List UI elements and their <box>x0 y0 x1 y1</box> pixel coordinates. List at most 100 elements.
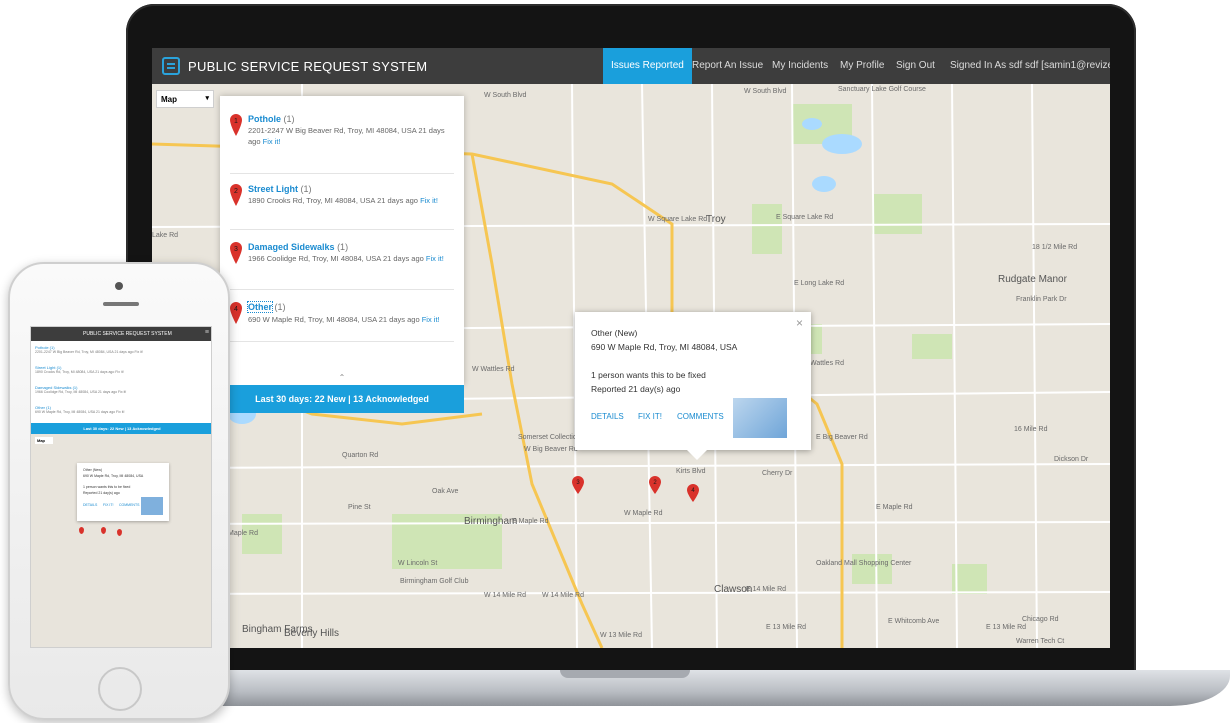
issue-name-link[interactable]: Street Light (1) <box>248 184 312 194</box>
home-button <box>98 667 142 711</box>
top-navbar: PUBLIC SERVICE REQUEST SYSTEM Issues Rep… <box>152 48 1110 84</box>
issue-address-text: 690 W Maple Rd, Troy, MI 48084, USA 21 d… <box>248 315 420 324</box>
issue-count: (1) <box>274 302 286 312</box>
phone-issue-item[interactable]: Damaged Sidewalks (1) 1966 Coolidge Rd, … <box>35 385 209 394</box>
collapse-chevron-up-icon[interactable]: ⌃ <box>220 373 464 385</box>
map-marker-3[interactable]: 3 <box>572 476 584 494</box>
map-marker-2[interactable]: 2 <box>649 476 661 494</box>
issue-info-popup: × Other (New) 690 W Maple Rd, Troy, MI 4… <box>575 312 811 460</box>
phone-app-title: PUBLIC SERVICE REQUEST SYSTEM <box>83 331 172 337</box>
map-label: W South Blvd <box>484 92 527 99</box>
phone-fix-it-button[interactable]: FIX IT! <box>103 503 114 507</box>
map-label: W Lincoln St <box>398 560 438 567</box>
map-label: Rudgate Manor <box>998 274 1067 285</box>
nav-sign-out[interactable]: Sign Out <box>888 48 943 84</box>
laptop-screen: PUBLIC SERVICE REQUEST SYSTEM Issues Rep… <box>152 48 1110 648</box>
phone-map-type-select[interactable]: Map <box>35 437 53 444</box>
phone-details-button[interactable]: DETAILS <box>83 503 97 507</box>
phone-issue-item[interactable]: Other (1) 690 W Maple Rd, Troy, MI 48084… <box>35 405 209 414</box>
nav-issues-reported[interactable]: Issues Reported <box>603 48 692 84</box>
issue-name[interactable]: Damaged Sidewalks <box>248 242 335 252</box>
map-label: Birmingham Golf Club <box>400 578 469 585</box>
issue-item-pothole[interactable]: 1 Pothole (1) 2201-2247 W Big Beaver Rd,… <box>230 114 454 174</box>
chat-logo-icon <box>162 57 180 75</box>
phone-map-marker[interactable] <box>117 529 122 536</box>
map-label: Cherry Dr <box>762 470 793 477</box>
issue-name[interactable]: Pothole <box>248 114 281 124</box>
map-label: E Square Lake Rd <box>776 214 834 221</box>
map-label: W Big Beaver Rd <box>524 446 578 453</box>
phone-issue-photo[interactable] <box>141 497 163 515</box>
nav-my-incidents[interactable]: My Incidents <box>764 48 836 84</box>
issue-address: 1966 Coolidge Rd, Troy, MI 48084, USA 21… <box>248 253 454 264</box>
details-button[interactable]: DETAILS <box>591 412 624 421</box>
issue-item-other[interactable]: 4 Other (1) 690 W Maple Rd, Troy, MI 480… <box>230 290 454 342</box>
phone-issue-item[interactable]: Street Light (1) 1890 Crooks Rd, Troy, M… <box>35 365 209 374</box>
hamburger-menu-icon[interactable]: ≡ <box>205 329 209 336</box>
phone-issue-item[interactable]: Pothole (1) 2201-2247 W Big Beaver Rd, T… <box>35 345 209 354</box>
map-label: W 13 Mile Rd <box>600 632 643 639</box>
comments-button[interactable]: COMMENTS <box>677 412 724 421</box>
issue-name[interactable]: Street Light <box>248 184 298 194</box>
map-label: Pine St <box>348 504 371 511</box>
fix-it-link[interactable]: Fix it! <box>426 254 444 263</box>
map-label: Wattles Rd <box>810 360 844 367</box>
pin-number: 1 <box>234 118 238 125</box>
map-label: W Wattles Rd <box>472 366 515 373</box>
map-label: Chicago Rd <box>1022 616 1059 623</box>
nav-report-an-issue[interactable]: Report An Issue <box>684 48 771 84</box>
issue-name-link[interactable]: Damaged Sidewalks (1) <box>248 242 348 252</box>
fix-it-button[interactable]: FIX IT! <box>638 412 662 421</box>
popup-wants: 1 person wants this to be fixed <box>591 370 706 380</box>
map-marker-4[interactable]: 4 <box>687 484 699 502</box>
phone-issue-address: 2201-2247 W Big Beaver Rd, Troy, MI 4808… <box>35 350 143 354</box>
phone-popup-address: 690 W Maple Rd, Troy, MI 48084, USA <box>83 474 144 478</box>
map-label: E Long Lake Rd <box>794 280 845 287</box>
issue-name-link[interactable]: Pothole (1) <box>248 114 295 124</box>
map-label: Franklin Park Dr <box>1016 296 1067 303</box>
close-icon[interactable]: × <box>796 316 803 330</box>
chevron-down-icon: ▾ <box>205 95 209 102</box>
fix-it-link[interactable]: Fix it! <box>422 315 440 324</box>
phone-device: PUBLIC SERVICE REQUEST SYSTEM ≡ Pothole … <box>8 262 230 720</box>
phone-issue-address: 1966 Coolidge Rd, Troy, MI 48084, USA 21… <box>35 390 127 394</box>
speaker-grille <box>103 302 139 306</box>
phone-screen: PUBLIC SERVICE REQUEST SYSTEM ≡ Pothole … <box>30 326 212 648</box>
phone-map-marker[interactable] <box>101 527 106 534</box>
phone-popup-title: Other (New) <box>83 468 103 472</box>
map-label: Birmingham <box>464 516 518 527</box>
phone-popup-reported: Reported 21 day(s) ago <box>83 491 120 495</box>
issue-photo-thumbnail[interactable] <box>731 396 789 440</box>
issue-item-street-light[interactable]: 2 Street Light (1) 1890 Crooks Rd, Troy,… <box>230 174 454 230</box>
map-label: Kirts Blvd <box>676 468 706 475</box>
app-title: PUBLIC SERVICE REQUEST SYSTEM <box>188 59 428 74</box>
phone-map-marker[interactable] <box>79 527 84 534</box>
map-label: E 14 Mile Rd <box>746 586 787 593</box>
fix-it-link[interactable]: Fix it! <box>420 196 438 205</box>
issue-address: 2201-2247 W Big Beaver Rd, Troy, MI 4808… <box>248 125 454 147</box>
map-label: Dickson Dr <box>1054 456 1089 463</box>
map-pin-icon: 2 <box>230 184 242 206</box>
map-label: Somerset Collection <box>518 434 581 441</box>
map-pin-icon: 4 <box>230 302 242 324</box>
camera-icon <box>115 282 123 290</box>
map-label: Bingham Farms <box>242 624 313 635</box>
map-label: Troy <box>706 214 726 225</box>
map-type-select[interactable]: Map ▾ <box>156 90 214 108</box>
popup-address: 690 W Maple Rd, Troy, MI 48084, USA <box>591 342 738 352</box>
phone-comments-button[interactable]: COMMENTS <box>119 503 139 507</box>
issue-name[interactable]: Other <box>246 301 274 313</box>
map-type-value: Map <box>161 95 177 104</box>
map-label: E Big Beaver Rd <box>816 434 868 441</box>
issue-item-damaged-sidewalks[interactable]: 3 Damaged Sidewalks (1) 1966 Coolidge Rd… <box>230 230 454 290</box>
phone-issue-list: Pothole (1) 2201-2247 W Big Beaver Rd, T… <box>31 341 211 423</box>
map-label: Oakland Mall Shopping Center <box>816 560 912 567</box>
issue-address: 1890 Crooks Rd, Troy, MI 48084, USA 21 d… <box>248 195 454 206</box>
issue-count: (1) <box>283 114 295 124</box>
nav-signed-in-as[interactable]: Signed In As sdf sdf [samin1@revize.com] <box>942 48 1110 84</box>
issue-name-link[interactable]: Other (1) <box>246 301 286 313</box>
nav-my-profile[interactable]: My Profile <box>832 48 892 84</box>
fix-it-link[interactable]: Fix it! <box>263 137 281 146</box>
popup-title: Other (New) <box>591 328 638 338</box>
map-label: E Whitcomb Ave <box>888 618 940 625</box>
